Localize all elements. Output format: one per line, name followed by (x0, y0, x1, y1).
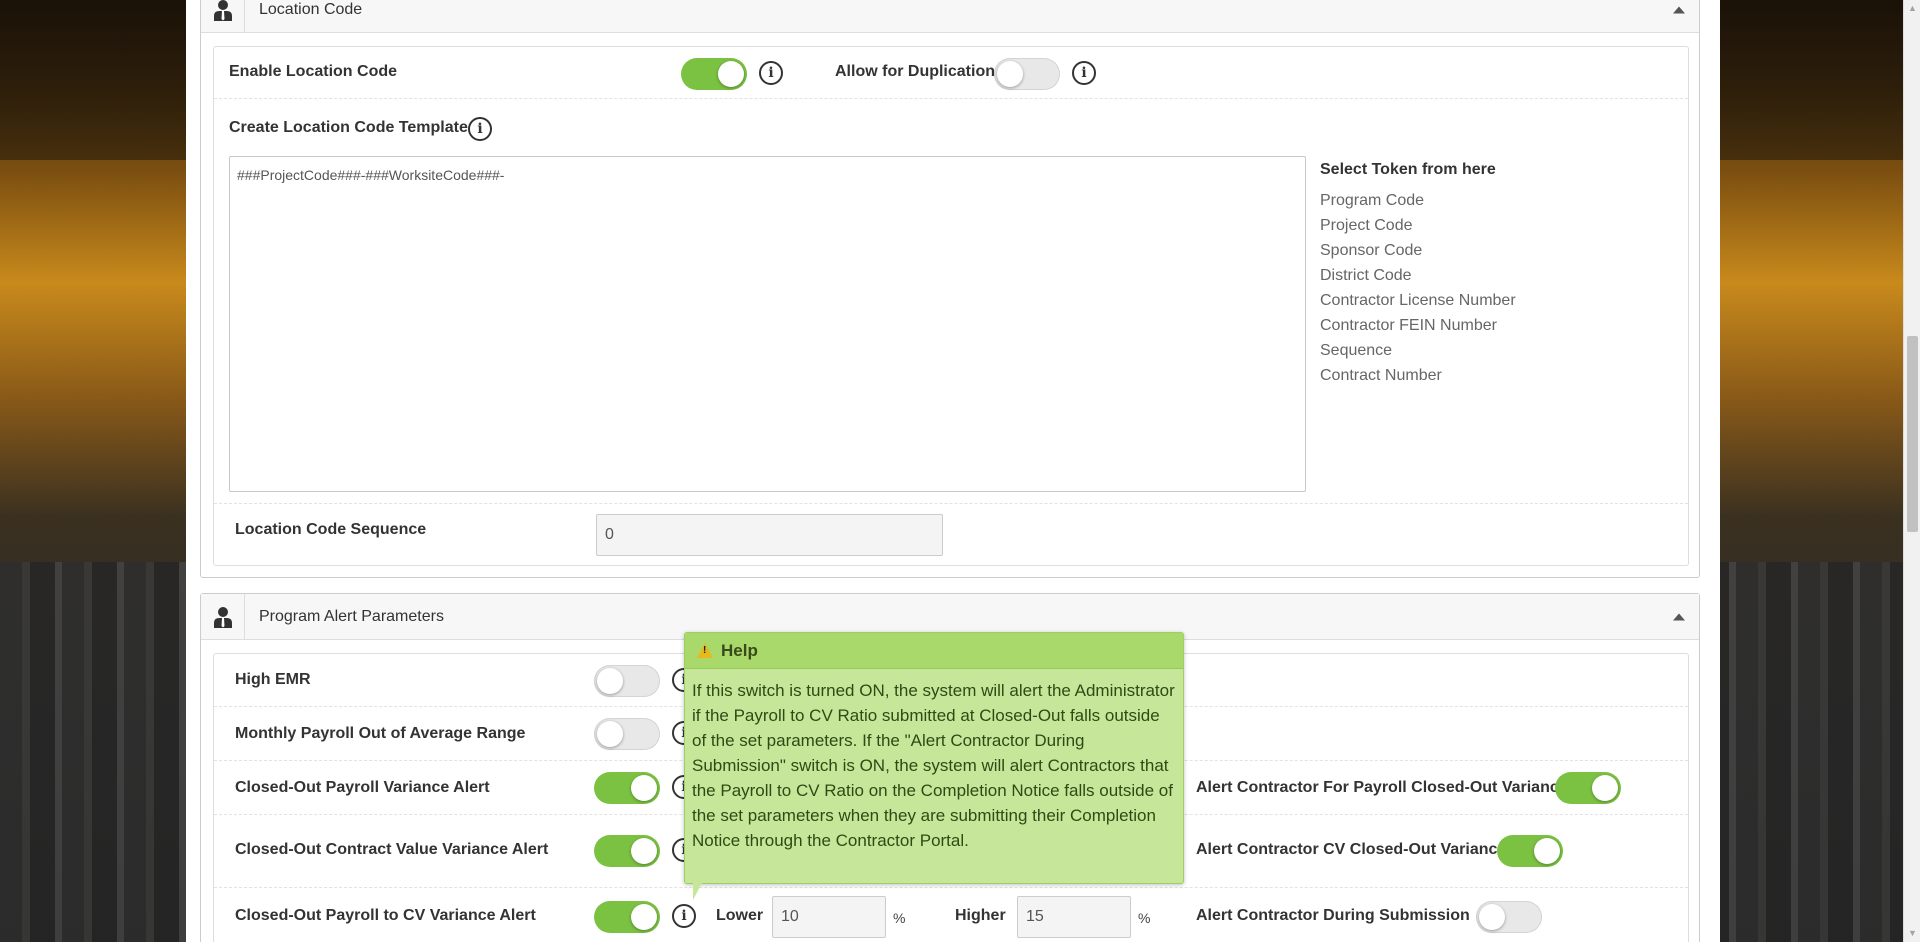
token-item[interactable]: Sequence (1320, 342, 1392, 360)
enable-location-toggle[interactable] (681, 58, 747, 90)
location-code-body: Enable Location Code i Allow for Duplica… (213, 46, 1689, 566)
page-scrollbar[interactable]: ▲ ▼ (1903, 0, 1920, 942)
cv-variance-toggle[interactable] (594, 835, 660, 867)
monthly-payroll-toggle[interactable] (594, 718, 660, 750)
enable-location-row: Enable Location Code i Allow for Duplica… (214, 47, 1688, 99)
tooltip-arrow (693, 883, 702, 900)
info-icon[interactable]: i (672, 904, 696, 928)
divider (214, 503, 1688, 504)
alert-contractor-submission-toggle[interactable] (1476, 901, 1542, 933)
scroll-down-icon[interactable]: ▼ (1904, 925, 1920, 942)
caret-up-icon[interactable] (1673, 613, 1685, 620)
scroll-up-icon[interactable]: ▲ (1904, 0, 1920, 17)
panel-title: Location Code (259, 0, 363, 18)
help-tooltip-body: If this switch is turned ON, the system … (692, 681, 1175, 850)
alert-contractor-label: Alert Contractor CV Closed-Out Variance (1196, 841, 1507, 858)
percent-label: % (893, 910, 906, 926)
caret-up-icon[interactable] (1673, 6, 1685, 13)
allow-duplication-label: Allow for Duplication (835, 63, 995, 80)
help-tooltip: ! Help If this switch is turned ON, the … (684, 632, 1184, 900)
alert-label: Monthly Payroll Out of Average Range (235, 725, 526, 742)
alert-contractor-label: Alert Contractor During Submission (1196, 907, 1470, 924)
lower-label: Lower (716, 907, 764, 924)
warning-icon: ! (697, 643, 713, 658)
token-item[interactable]: Contractor FEIN Number (1320, 317, 1497, 335)
alert-contractor-cv-toggle[interactable] (1497, 835, 1563, 867)
alert-label: Closed-Out Payroll to CV Variance Alert (235, 907, 536, 924)
token-item[interactable]: Program Code (1320, 192, 1424, 210)
token-item[interactable]: District Code (1320, 267, 1412, 285)
percent-label: % (1138, 910, 1151, 926)
lower-input[interactable]: 10 (772, 896, 886, 938)
location-code-header[interactable]: Location Code (201, 0, 1699, 33)
higher-input[interactable]: 15 (1017, 896, 1131, 938)
tokens-title: Select Token from here (1320, 161, 1496, 178)
alert-row-payroll-cv: Closed-Out Payroll to CV Variance Alert … (214, 888, 1688, 942)
token-item[interactable]: Contract Number (1320, 367, 1442, 385)
info-icon[interactable]: i (468, 117, 492, 141)
alert-label: Closed-Out Contract Value Variance Alert (235, 841, 549, 858)
enable-location-label: Enable Location Code (229, 63, 398, 80)
alert-label: High EMR (235, 671, 311, 688)
info-icon[interactable]: i (759, 61, 783, 85)
alert-contractor-label: Alert Contractor For Payroll Closed-Out … (1196, 779, 1568, 796)
template-label: Create Location Code Template (229, 119, 468, 136)
token-item[interactable]: Project Code (1320, 217, 1413, 235)
higher-label: Higher (955, 907, 1006, 924)
help-tooltip-title: Help (721, 640, 758, 660)
info-icon[interactable]: i (1072, 61, 1096, 85)
token-item[interactable]: Sponsor Code (1320, 242, 1422, 260)
token-item[interactable]: Contractor License Number (1320, 292, 1516, 310)
payroll-variance-toggle[interactable] (594, 772, 660, 804)
payroll-cv-toggle[interactable] (594, 901, 660, 933)
help-tooltip-header: ! Help (685, 633, 1183, 669)
scrollbar-thumb[interactable] (1907, 336, 1918, 532)
alert-contractor-payroll-toggle[interactable] (1555, 772, 1621, 804)
user-tie-icon (201, 594, 245, 639)
user-tie-icon (201, 0, 245, 32)
location-code-panel: Location Code Enable Location Code i All… (200, 0, 1700, 578)
template-textarea[interactable]: ###ProjectCode###-###WorksiteCode###- (229, 156, 1306, 492)
panel-title: Program Alert Parameters (259, 607, 444, 625)
alert-label: Closed-Out Payroll Variance Alert (235, 779, 490, 796)
high-emr-toggle[interactable] (594, 665, 660, 697)
allow-duplication-toggle[interactable] (994, 58, 1060, 90)
sequence-label: Location Code Sequence (235, 521, 427, 538)
sequence-input[interactable]: 0 (596, 514, 943, 556)
